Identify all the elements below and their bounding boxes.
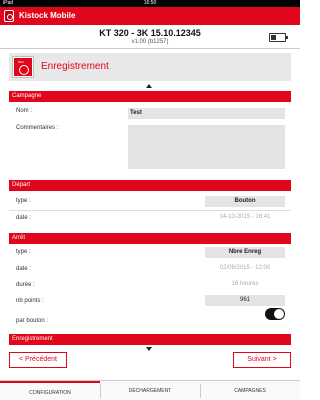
arret-date-value[interactable]: 02/06/2015 - 12:00: [205, 263, 285, 274]
arret-type-select[interactable]: Nbre Enreg: [205, 247, 285, 258]
commentaires-textarea[interactable]: [128, 125, 285, 169]
kistock-logo-icon: [4, 10, 14, 22]
tab-configuration[interactable]: CONFIGURATION: [0, 381, 100, 400]
tab-dechargement[interactable]: DECHARGEMENT: [100, 381, 200, 400]
parbouton-toggle[interactable]: [265, 308, 285, 320]
tab-bar: CONFIGURATION DECHARGEMENT CAMPAGNES: [0, 380, 300, 400]
depart-date-label: date :: [16, 215, 32, 221]
commentaires-label: Commentaires :: [16, 125, 59, 131]
depart-header: Départ: [9, 180, 291, 191]
parbouton-label: par bouton :: [16, 318, 49, 324]
arret-type-label: type :: [16, 249, 31, 255]
nom-input[interactable]: Test: [128, 108, 285, 119]
clock: 16:50: [143, 0, 157, 6]
device-header: KT 320 - 3K 15.10.12345 v1.00 (b1257): [0, 25, 300, 49]
depart-type-select[interactable]: Bouton: [205, 196, 285, 207]
depart-type-label: type :: [16, 198, 31, 204]
device-version: v1.00 (b1257): [131, 39, 169, 45]
divider: [9, 210, 291, 211]
tab-campagnes[interactable]: CAMPAGNES: [200, 381, 300, 400]
depart-date-value[interactable]: 14-10-2015 - 16:41: [205, 212, 285, 223]
arret-date-label: date :: [16, 266, 32, 272]
arret-duree-value[interactable]: 16 heures: [205, 279, 285, 290]
campagne-header: Campagne: [9, 91, 291, 102]
status-bar: iPad 16:50: [0, 0, 300, 7]
scroll-down-icon[interactable]: [146, 347, 152, 351]
recording-icon: [13, 57, 33, 77]
previous-button[interactable]: < Précédent: [9, 352, 67, 368]
section-title: Enregistrement: [41, 61, 109, 72]
app-bar: Kistock Mobile: [0, 7, 300, 25]
scroll-up-icon[interactable]: [146, 84, 152, 88]
section-header: Enregistrement: [9, 53, 291, 81]
device-name: KT 320 - 3K 15.10.12345: [99, 28, 201, 38]
next-button[interactable]: Suivant >: [233, 352, 291, 368]
app-title: Kistock Mobile: [19, 11, 76, 20]
nom-label: Nom :: [16, 108, 33, 114]
arret-duree-label: durée :: [16, 282, 35, 288]
nbpoints-input[interactable]: 961: [205, 295, 285, 306]
arret-header: Arrêt: [9, 233, 291, 244]
nbpoints-label: nb points :: [16, 298, 44, 304]
battery-icon: [269, 33, 288, 42]
enregistrement-header: Enregistrement: [9, 334, 291, 345]
